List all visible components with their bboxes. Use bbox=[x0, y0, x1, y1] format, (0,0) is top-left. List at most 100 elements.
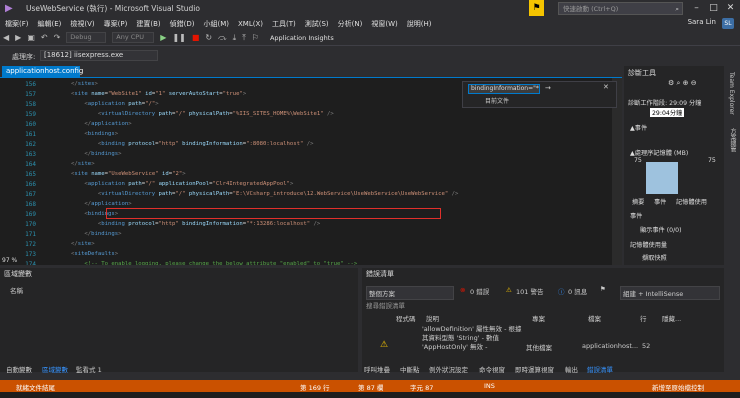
menu-item[interactable]: 小組(M) bbox=[203, 19, 229, 29]
code-line[interactable]: <virtualDirectory path="/" physicalPath=… bbox=[44, 111, 334, 117]
code-line[interactable]: <siteDefaults> bbox=[44, 251, 118, 257]
bottom-tab[interactable]: 錯誤清單 bbox=[587, 364, 613, 374]
find-input[interactable]: bindingInformation="* bbox=[468, 84, 540, 94]
close-icon[interactable]: ✕ bbox=[722, 0, 739, 16]
menu-item[interactable]: 偵錯(D) bbox=[170, 19, 195, 29]
maximize-icon[interactable]: □ bbox=[705, 0, 722, 16]
diag-tab-events[interactable]: 事件 bbox=[654, 197, 666, 206]
code-line[interactable]: </bindings> bbox=[44, 151, 121, 157]
messages-filter[interactable]: 0 訊息 bbox=[568, 286, 587, 296]
quick-launch-input[interactable]: 快速啟動 (Ctrl+Q) ⌕ bbox=[558, 2, 683, 15]
diagnostic-toolbar-icons[interactable]: ⚙ ⌕ ⊕ ⊖ bbox=[668, 79, 697, 88]
col-description[interactable]: 說明 bbox=[426, 313, 439, 323]
feedback-flag-icon[interactable]: ⚑ bbox=[529, 0, 544, 16]
app-insights-button[interactable]: Application Insights bbox=[270, 34, 334, 42]
menu-item[interactable]: 分析(N) bbox=[338, 19, 363, 29]
code-line[interactable]: </sites> bbox=[44, 81, 98, 87]
code-line[interactable]: <site name="UseWebService" id="2"> bbox=[44, 171, 186, 177]
stop-icon[interactable]: ■ bbox=[192, 33, 200, 42]
menu-item[interactable]: 檔案(F) bbox=[5, 19, 29, 29]
menu-item[interactable]: 檢視(V) bbox=[70, 19, 94, 29]
bookmark-icon[interactable]: ⚐ bbox=[252, 33, 259, 42]
snapshot-button[interactable]: 擷取快照 bbox=[642, 253, 667, 262]
menu-item[interactable]: 專案(P) bbox=[104, 19, 128, 29]
events-header[interactable]: ▲事件 bbox=[630, 123, 647, 132]
memory-header[interactable]: ▲處理序記憶體 (MB) bbox=[630, 148, 688, 157]
step-into-icon[interactable]: ⤓ bbox=[233, 33, 237, 43]
pause-icon[interactable]: ❚❚ bbox=[172, 33, 185, 42]
continue-icon[interactable]: ▶ bbox=[160, 33, 166, 42]
menu-item[interactable]: 編輯(E) bbox=[38, 19, 62, 29]
platform-select[interactable]: Any CPU bbox=[112, 32, 155, 43]
tab-locals[interactable]: 區域變數 bbox=[42, 364, 68, 374]
solution-explorer-tab[interactable]: 方案總管 bbox=[728, 128, 737, 152]
menu-item[interactable]: 建置(B) bbox=[136, 19, 160, 29]
error-description[interactable]: 'allowDefinition' 屬性無效 - 根據其資料型態 'String… bbox=[422, 325, 526, 352]
bottom-tab[interactable]: 例外狀況設定 bbox=[429, 364, 468, 374]
bottom-tab[interactable]: 輸出 bbox=[565, 364, 578, 374]
col-line[interactable]: 行 bbox=[640, 313, 647, 323]
redo-icon[interactable]: ↷ bbox=[54, 33, 61, 42]
code-line[interactable]: <!-- To enable logging, please change th… bbox=[44, 261, 357, 265]
bottom-tab[interactable]: 中斷點 bbox=[400, 364, 420, 374]
col-project[interactable]: 專案 bbox=[532, 313, 545, 323]
step-out-icon[interactable]: ⤒ bbox=[242, 33, 246, 43]
menu-item[interactable]: 測試(S) bbox=[305, 19, 329, 29]
user-name[interactable]: Sara Lin bbox=[688, 18, 716, 26]
code-line[interactable]: </application> bbox=[44, 121, 131, 127]
warning-icon: ⚠ bbox=[380, 340, 389, 350]
back-icon[interactable]: ◀ bbox=[3, 33, 9, 42]
menu-item[interactable]: 視窗(W) bbox=[371, 19, 397, 29]
menu-item[interactable]: 說明(H) bbox=[407, 19, 432, 29]
code-line[interactable]: <bindings> bbox=[44, 131, 118, 137]
error-search-input[interactable]: 搜尋錯誤清單 bbox=[366, 300, 405, 310]
scope-select[interactable]: 整個方案 bbox=[366, 286, 454, 300]
build-source-select[interactable]: 組建 + IntelliSense bbox=[620, 286, 720, 300]
menu-item[interactable]: 工具(T) bbox=[272, 19, 296, 29]
step-over-icon[interactable]: ⤼ bbox=[218, 33, 227, 43]
close-find-icon[interactable]: ✕ bbox=[603, 83, 609, 91]
col-code[interactable]: 程式碼 bbox=[396, 313, 416, 323]
avatar[interactable]: SL bbox=[722, 18, 734, 29]
tab-watch1[interactable]: 監看式 1 bbox=[76, 364, 102, 374]
find-scope[interactable]: 目前文件 bbox=[485, 96, 509, 105]
bottom-tab[interactable]: 即時運算視窗 bbox=[515, 364, 554, 374]
col-suppress[interactable]: 隱藏... bbox=[662, 313, 681, 323]
bottom-tab[interactable]: 呼叫堆疊 bbox=[364, 364, 390, 374]
team-explorer-tab[interactable]: Team Explorer bbox=[728, 72, 735, 115]
error-file[interactable]: applicationhost... bbox=[582, 342, 638, 350]
editor-tab[interactable]: applicationhost.config bbox=[2, 66, 83, 77]
col-file[interactable]: 檔案 bbox=[588, 313, 601, 323]
locals-panel: 區域變數 名稱 自動變數 區域變數 監看式 1 bbox=[0, 268, 358, 374]
restart-icon[interactable]: ↻ bbox=[205, 33, 212, 42]
status-line: 第 169 行 bbox=[300, 384, 330, 392]
code-line[interactable]: </site> bbox=[44, 161, 95, 167]
code-line[interactable]: <binding protocol="http" bindingInformat… bbox=[44, 141, 314, 147]
diag-tab-memory[interactable]: 記憶體使用 bbox=[676, 197, 707, 206]
code-line[interactable]: <site name="WebSite1" id="1" serverAutoS… bbox=[44, 91, 246, 97]
code-line[interactable]: </bindings> bbox=[44, 231, 121, 237]
filter-icon[interactable]: ⚑ bbox=[600, 285, 606, 293]
menu-item[interactable]: XML(X) bbox=[238, 20, 263, 28]
code-line[interactable]: <application path="/" applicationPool="C… bbox=[44, 181, 293, 187]
save-icon[interactable]: ▣ bbox=[27, 33, 35, 42]
code-line[interactable]: </application> bbox=[44, 201, 131, 207]
zoom-level[interactable]: 97 % bbox=[2, 257, 17, 264]
undo-icon[interactable]: ↶ bbox=[41, 33, 48, 42]
diag-tab-summary[interactable]: 摘要 bbox=[632, 197, 644, 206]
code-line[interactable]: </site> bbox=[44, 241, 95, 247]
source-control-button[interactable]: 新增至原始檔控制 bbox=[652, 382, 704, 392]
code-line[interactable]: <application path="/"> bbox=[44, 101, 158, 107]
process-select[interactable]: [18612] iisexpress.exe bbox=[40, 50, 158, 61]
warnings-filter[interactable]: 101 警告 bbox=[516, 286, 543, 296]
show-events-link[interactable]: 顯示事件 (0/0) bbox=[640, 225, 682, 234]
tab-autos[interactable]: 自動變數 bbox=[6, 364, 32, 374]
find-next-icon[interactable]: → bbox=[545, 84, 551, 92]
bottom-tab[interactable]: 命令視窗 bbox=[479, 364, 505, 374]
config-select[interactable]: Debug bbox=[66, 32, 107, 43]
code-line[interactable]: <virtualDirectory path="/" physicalPath=… bbox=[44, 191, 458, 197]
minimize-icon[interactable]: – bbox=[688, 0, 705, 16]
code-line[interactable]: <binding protocol="http" bindingInformat… bbox=[44, 221, 320, 227]
forward-icon[interactable]: ▶ bbox=[15, 33, 21, 42]
errors-filter[interactable]: 0 錯誤 bbox=[470, 286, 489, 296]
